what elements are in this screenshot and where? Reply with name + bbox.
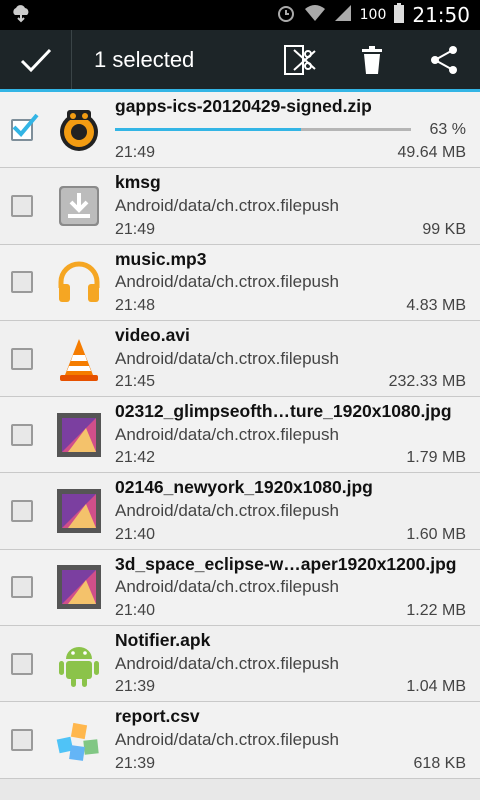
list-item[interactable]: 02146_newyork_1920x1080.jpg Android/data…: [0, 473, 480, 550]
file-list: gapps-ics-20120429-signed.zip 63 % 21:49…: [0, 92, 480, 779]
file-name: music.mp3: [115, 248, 207, 269]
file-path: Android/data/ch.ctrox.filepush: [115, 195, 339, 215]
file-size: 1.22 MB: [406, 602, 466, 620]
item-checkbox[interactable]: [11, 500, 33, 523]
checkmark-icon: [20, 48, 51, 72]
item-checkbox[interactable]: [11, 652, 33, 675]
file-time: 21:48: [115, 296, 156, 314]
signal-icon: [334, 4, 352, 27]
list-item[interactable]: gapps-ics-20120429-signed.zip 63 % 21:49…: [0, 92, 480, 169]
file-name: 02146_newyork_1920x1080.jpg: [115, 477, 373, 498]
list-item[interactable]: music.mp3 Android/data/ch.ctrox.filepush…: [0, 244, 480, 321]
file-time: 21:45: [115, 373, 156, 391]
picture-icon: [44, 473, 114, 548]
share-button[interactable]: [408, 30, 480, 89]
status-indicators: 100 21:50: [276, 2, 470, 28]
checkmark-icon: [12, 113, 39, 137]
contextual-action-bar: 1 selected: [0, 30, 480, 92]
file-path: Android/data/ch.ctrox.filepush: [115, 272, 339, 292]
spreadsheet-icon: [44, 702, 114, 777]
progress-bar: [115, 128, 411, 132]
file-path: Android/data/ch.ctrox.filepush: [115, 653, 339, 673]
done-button[interactable]: [0, 30, 72, 89]
file-name: report.csv: [115, 706, 200, 727]
file-size: 1.60 MB: [406, 525, 466, 543]
alarm-icon: [276, 3, 296, 28]
cut-button[interactable]: [264, 30, 336, 89]
file-name: 02312_glimpseofth…ture_1920x1080.jpg: [115, 401, 452, 422]
trash-icon: [362, 45, 382, 74]
cloud-notification-icon: [10, 3, 32, 28]
file-path: Android/data/ch.ctrox.filepush: [115, 348, 339, 368]
item-checkbox[interactable]: [11, 113, 39, 141]
file-path: Android/data/ch.ctrox.filepush: [115, 730, 339, 750]
picture-icon: [44, 397, 114, 472]
list-item[interactable]: 3d_space_eclipse-w…aper1920x1200.jpg And…: [0, 549, 480, 627]
share-icon: [431, 45, 457, 74]
file-name: gapps-ics-20120429-signed.zip: [115, 96, 372, 116]
file-time: 21:49: [115, 220, 156, 238]
file-path: Android/data/ch.ctrox.filepush: [115, 577, 339, 597]
android-icon: [44, 626, 114, 701]
file-path: Android/data/ch.ctrox.filepush: [115, 424, 339, 444]
list-item[interactable]: video.avi Android/data/ch.ctrox.filepush…: [0, 320, 480, 398]
wifi-icon: [304, 4, 326, 27]
file-time: 21:40: [115, 525, 156, 543]
status-time: 21:50: [412, 3, 470, 27]
file-path: Android/data/ch.ctrox.filepush: [115, 501, 339, 521]
list-item[interactable]: report.csv Android/data/ch.ctrox.filepus…: [0, 702, 480, 779]
file-time: 21:40: [115, 602, 156, 620]
file-size: 99 KB: [422, 220, 466, 238]
status-bar: 100 21:50: [0, 0, 480, 30]
file-name: 3d_space_eclipse-w…aper1920x1200.jpg: [115, 553, 457, 574]
picture-icon: [44, 550, 114, 625]
file-name: video.avi: [115, 324, 190, 345]
file-time: 21:39: [115, 678, 156, 696]
list-item[interactable]: 02312_glimpseofth…ture_1920x1080.jpg And…: [0, 397, 480, 474]
battery-level: 100: [359, 7, 387, 23]
file-size: 232.33 MB: [388, 373, 466, 391]
battery-icon: [394, 2, 405, 28]
selection-count: 1 selected: [94, 46, 195, 72]
item-checkbox[interactable]: [11, 423, 33, 446]
item-checkbox[interactable]: [11, 271, 33, 294]
file-size: 49.64 MB: [397, 144, 466, 162]
item-checkbox[interactable]: [11, 576, 33, 599]
cut-icon: [284, 44, 316, 75]
list-item[interactable]: Notifier.apk Android/data/ch.ctrox.filep…: [0, 626, 480, 703]
file-size: 1.04 MB: [406, 678, 466, 696]
file-name: kmsg: [115, 172, 161, 193]
item-checkbox[interactable]: [11, 347, 33, 370]
headphones-icon: [44, 245, 114, 320]
file-name: Notifier.apk: [115, 630, 211, 651]
download-icon: [44, 168, 114, 243]
list-item[interactable]: kmsg Android/data/ch.ctrox.filepush 21:4…: [0, 168, 480, 245]
clockworkmod-icon: [44, 92, 114, 167]
download-progress: 63 %: [115, 119, 466, 141]
progress-percent: 63 %: [429, 120, 466, 138]
item-checkbox[interactable]: [11, 729, 33, 752]
file-time: 21:49: [115, 144, 156, 162]
file-time: 21:39: [115, 754, 156, 772]
file-size: 1.79 MB: [406, 449, 466, 467]
file-time: 21:42: [115, 449, 156, 467]
item-checkbox[interactable]: [11, 194, 33, 217]
file-size: 4.83 MB: [406, 296, 466, 314]
file-size: 618 KB: [413, 754, 466, 772]
delete-button[interactable]: [336, 30, 408, 89]
vlc-cone-icon: [44, 321, 114, 396]
